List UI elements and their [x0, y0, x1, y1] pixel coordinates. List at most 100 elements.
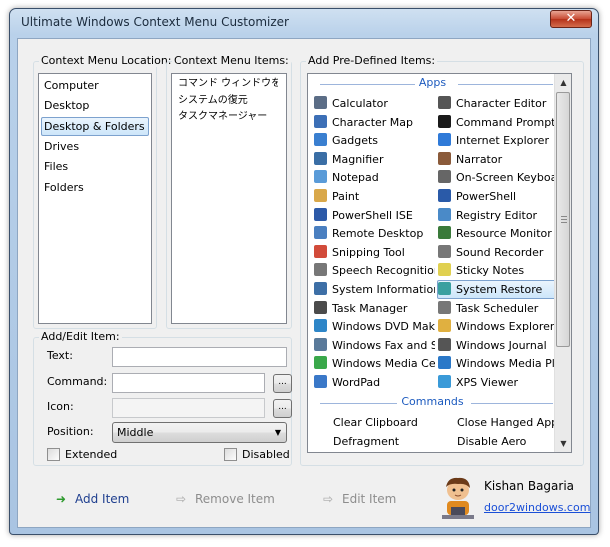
app-item[interactable]: Sticky Notes — [437, 261, 559, 280]
app-item[interactable]: Task Scheduler — [437, 299, 559, 318]
app-item[interactable]: Calculator — [313, 94, 435, 113]
app-item-label: Sound Recorder — [456, 245, 544, 259]
app-item-label: System Information — [332, 283, 435, 296]
app-item[interactable]: Windows Explorer — [437, 317, 559, 336]
powershell-icon — [438, 189, 451, 202]
app-item-label: Sticky Notes — [456, 264, 525, 278]
client-area: Context Menu Location: Computer Desktop De… — [17, 38, 591, 528]
app-item[interactable]: Gadgets — [313, 131, 435, 150]
app-item-label: Character Map — [332, 115, 414, 129]
location-item[interactable]: Computer — [41, 76, 149, 95]
command-item[interactable]: Close Hanged Apps — [457, 414, 564, 432]
location-item[interactable]: Drives — [41, 137, 149, 156]
menu-item[interactable]: コマンド ウィンドウをここ... — [178, 76, 278, 92]
narrator-icon — [438, 151, 451, 165]
media-center-icon — [314, 356, 327, 370]
app-item[interactable]: Command Prompt — [437, 113, 559, 132]
vertical-scrollbar[interactable]: ▲ ▼ — [554, 74, 571, 452]
predefined-group: Add Pre-Defined Items: Apps Calculator Ch… — [300, 54, 584, 466]
app-item[interactable]: Windows DVD Maker — [313, 317, 435, 336]
app-item[interactable]: PowerShell ISE — [313, 206, 435, 225]
icon-field[interactable] — [112, 398, 265, 418]
edit-item-button[interactable]: ⇨ Edit Item — [320, 489, 396, 509]
items-group-label: Context Menu Items: — [172, 54, 291, 67]
app-item[interactable]: Task Manager — [313, 299, 435, 318]
gadgets-icon — [314, 133, 327, 147]
extended-checkbox[interactable] — [47, 448, 60, 461]
app-item[interactable]: Magnifier — [313, 150, 435, 169]
app-item[interactable]: PowerShell — [437, 187, 559, 206]
command-item[interactable]: Defragment — [333, 433, 399, 451]
app-item[interactable]: Speech Recognition — [313, 261, 435, 280]
app-item[interactable]: Registry Editor — [437, 206, 559, 225]
app-item[interactable]: System Information — [313, 280, 435, 299]
close-button[interactable]: ✕ — [550, 10, 592, 28]
text-field[interactable] — [112, 347, 287, 367]
location-item[interactable]: Desktop & Folders — [41, 116, 149, 136]
task-manager-icon — [314, 300, 327, 314]
app-item[interactable]: Paint — [313, 187, 435, 206]
xps-viewer-icon — [438, 375, 451, 388]
sticky-notes-icon — [438, 263, 451, 277]
app-item[interactable]: Sound Recorder — [437, 243, 559, 262]
app-item[interactable]: Windows Journal — [437, 336, 559, 355]
command-item[interactable]: Disk Cleanup — [333, 451, 405, 452]
menu-items-list[interactable]: コマンド ウィンドウをここ...システムの復元タスクマネージャー — [171, 73, 287, 324]
remove-item-button[interactable]: ⇨ Remove Item — [173, 489, 275, 509]
app-item[interactable]: Windows Fax and Sc... — [313, 336, 435, 355]
character-editor-icon — [438, 96, 451, 109]
app-item-label: PowerShell — [456, 190, 517, 203]
location-item[interactable]: Folders — [41, 178, 149, 197]
app-item[interactable]: Resource Monitor — [437, 224, 559, 243]
location-item[interactable]: Files — [41, 157, 149, 176]
scroll-thumb[interactable] — [556, 92, 570, 347]
registry-editor-icon — [438, 207, 451, 221]
app-item[interactable]: Narrator — [437, 150, 559, 169]
app-item-label: Windows Media Cen... — [332, 357, 435, 371]
author-name: Kishan Bagaria — [484, 479, 575, 493]
browse-command-button[interactable]: ... — [273, 374, 292, 393]
command-field[interactable] — [112, 373, 265, 393]
scroll-down-arrow-icon[interactable]: ▼ — [555, 435, 571, 452]
app-item-label: XPS Viewer — [456, 376, 519, 389]
author-website-link[interactable]: door2windows.com — [484, 501, 590, 514]
notepad-icon — [314, 170, 327, 184]
app-item[interactable]: Character Editor — [437, 94, 559, 113]
window-title: Ultimate Windows Context Menu Customizer — [21, 15, 289, 29]
app-item-label: Windows DVD Maker — [332, 320, 435, 334]
app-item[interactable]: Snipping Tool — [313, 243, 435, 262]
app-item[interactable]: Windows Media Cen... — [313, 354, 435, 373]
predefined-list[interactable]: Apps Calculator Character Map Gadgets Magni… — [307, 73, 572, 453]
position-select[interactable]: Middle ▼ — [112, 422, 287, 443]
location-list[interactable]: Computer Desktop Desktop & Folders Drives Fi… — [38, 73, 152, 324]
browse-icon-button[interactable]: ... — [273, 399, 292, 418]
title-bar[interactable]: Ultimate Windows Context Menu Customizer… — [10, 9, 598, 37]
command-item[interactable]: Disable Aero — [457, 433, 526, 451]
app-item-label: Windows Media Player — [456, 357, 559, 371]
app-item[interactable]: System Restore — [437, 280, 559, 299]
app-item[interactable]: Character Map — [313, 113, 435, 132]
apps-section-header: Apps — [312, 76, 553, 92]
author-avatar-icon — [442, 477, 474, 519]
position-value: Middle — [117, 426, 154, 439]
scroll-up-arrow-icon[interactable]: ▲ — [555, 74, 571, 91]
app-item[interactable]: Remote Desktop — [313, 224, 435, 243]
app-item-label: Magnifier — [332, 152, 384, 166]
command-prompt-icon — [438, 114, 451, 128]
app-item[interactable]: WordPad — [313, 373, 435, 392]
app-item-label: System Restore — [456, 283, 543, 296]
command-item[interactable]: Clear Clipboard — [333, 414, 418, 432]
disabled-checkbox[interactable] — [224, 448, 237, 461]
command-item[interactable]: Enable Aero — [457, 451, 523, 452]
app-item[interactable]: Notepad — [313, 168, 435, 187]
app-item[interactable]: XPS Viewer — [437, 373, 559, 392]
menu-item[interactable]: タスクマネージャー — [178, 109, 278, 125]
app-item[interactable]: Internet Explorer — [437, 131, 559, 150]
menu-item[interactable]: システムの復元 — [178, 93, 278, 109]
app-item-label: Remote Desktop — [332, 227, 424, 241]
app-item[interactable]: On-Screen Keyboard — [437, 168, 559, 187]
app-item-label: WordPad — [332, 376, 381, 389]
add-item-button[interactable]: ➜ Add Item — [53, 489, 129, 509]
app-item[interactable]: Windows Media Player — [437, 354, 559, 373]
location-item[interactable]: Desktop — [41, 96, 149, 115]
